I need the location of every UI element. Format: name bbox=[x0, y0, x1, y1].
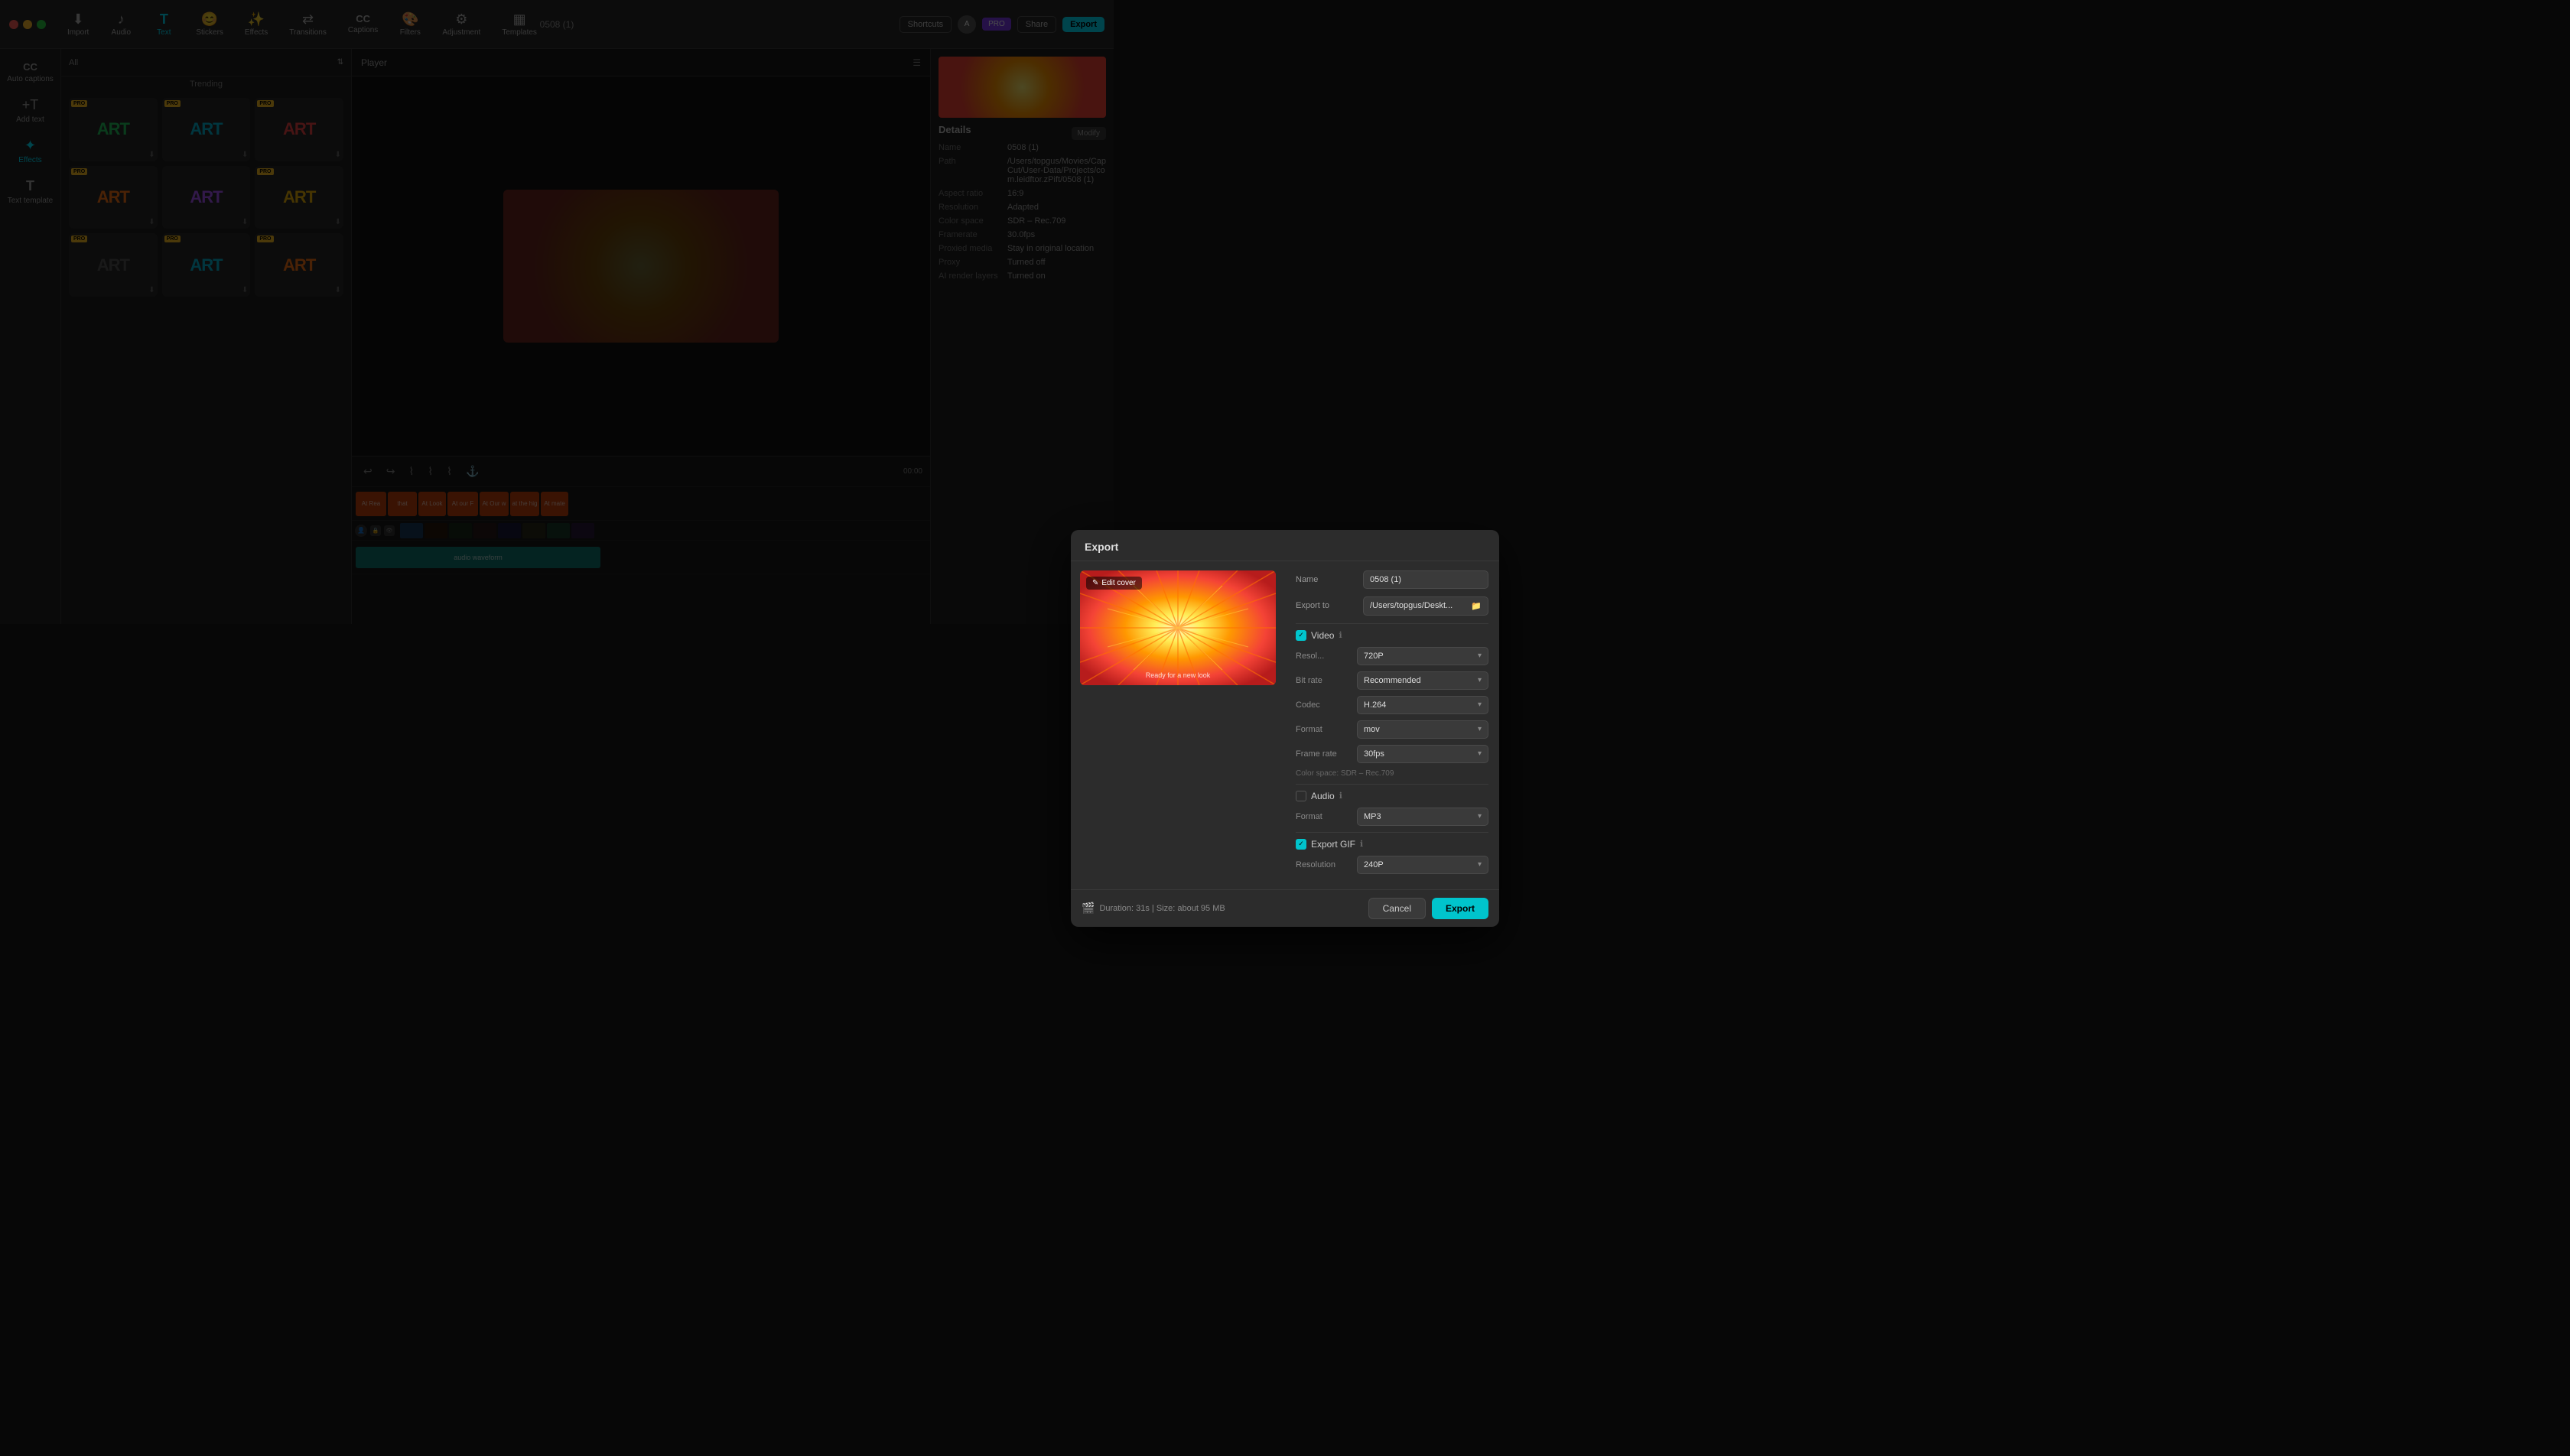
audio-checkbox[interactable] bbox=[1296, 791, 1306, 801]
gif-info-icon[interactable]: ℹ bbox=[1360, 839, 1363, 849]
export-to-label: Export to bbox=[1296, 601, 1357, 610]
gif-resolution-chevron: ▾ bbox=[1478, 860, 1482, 869]
cancel-button[interactable]: Cancel bbox=[1368, 898, 1426, 919]
dialog-body: ✎ Edit cover Ready for a new look Name bbox=[1071, 561, 1499, 889]
format-select[interactable]: mov ▾ bbox=[1357, 720, 1488, 739]
gif-resolution-select[interactable]: 240P ▾ bbox=[1357, 856, 1488, 874]
footer-duration: Duration: 31s | Size: about 95 MB bbox=[1099, 904, 1225, 913]
divider-1 bbox=[1296, 623, 1488, 624]
name-input[interactable] bbox=[1363, 570, 1488, 589]
codec-row: Codec H.264 ▾ bbox=[1296, 696, 1488, 714]
audio-format-row: Format MP3 ▾ bbox=[1296, 808, 1488, 826]
export-to-input[interactable]: /Users/topgus/Deskt... 📁 bbox=[1363, 596, 1488, 616]
folder-icon[interactable]: 📁 bbox=[1471, 601, 1482, 611]
gif-section-toggle: ✓ Export GIF ℹ bbox=[1296, 839, 1488, 850]
codec-select[interactable]: H.264 ▾ bbox=[1357, 696, 1488, 714]
format-row: Format mov ▾ bbox=[1296, 720, 1488, 739]
video-info-icon[interactable]: ℹ bbox=[1339, 630, 1342, 640]
video-section-toggle: ✓ Video ℹ bbox=[1296, 630, 1488, 641]
cover-ready-text: Ready for a new look bbox=[1146, 671, 1211, 679]
resolution-row: Resol... 720P ▾ bbox=[1296, 647, 1488, 665]
audio-format-chevron: ▾ bbox=[1478, 812, 1482, 821]
audio-format-select[interactable]: MP3 ▾ bbox=[1357, 808, 1488, 826]
edit-cover-button[interactable]: ✎ Edit cover bbox=[1086, 577, 1142, 590]
export-overlay: Export bbox=[0, 0, 2570, 1456]
footer-buttons: Cancel Export bbox=[1368, 898, 1488, 919]
name-text-input[interactable] bbox=[1370, 575, 1482, 584]
export-confirm-button[interactable]: Export bbox=[1432, 898, 1488, 919]
framerate-row: Frame rate 30fps ▾ bbox=[1296, 745, 1488, 763]
export-to-row: Export to /Users/topgus/Deskt... 📁 bbox=[1296, 596, 1488, 616]
gif-checkbox[interactable]: ✓ bbox=[1296, 839, 1306, 850]
dialog-footer: 🎬 Duration: 31s | Size: about 95 MB Canc… bbox=[1071, 889, 1499, 927]
name-label: Name bbox=[1296, 575, 1357, 584]
dialog-preview: ✎ Edit cover Ready for a new look bbox=[1071, 561, 1285, 889]
divider-3 bbox=[1296, 832, 1488, 833]
bitrate-chevron: ▾ bbox=[1478, 676, 1482, 684]
footer-info: 🎬 Duration: 31s | Size: about 95 MB bbox=[1082, 902, 1225, 915]
bitrate-select[interactable]: Recommended ▾ bbox=[1357, 671, 1488, 690]
divider-2 bbox=[1296, 784, 1488, 785]
color-space-note: Color space: SDR – Rec.709 bbox=[1296, 769, 1488, 778]
bitrate-row: Bit rate Recommended ▾ bbox=[1296, 671, 1488, 690]
dialog-fields: Name Export to /Users/topgus/Deskt... 📁 bbox=[1285, 561, 1499, 889]
video-section-label: Video bbox=[1311, 630, 1334, 641]
format-chevron: ▾ bbox=[1478, 725, 1482, 733]
gif-resolution-row: Resolution 240P ▾ bbox=[1296, 856, 1488, 874]
dialog-header: Export bbox=[1071, 530, 1499, 561]
cover-area[interactable]: ✎ Edit cover Ready for a new look bbox=[1080, 570, 1276, 685]
export-dialog: Export bbox=[1071, 530, 1499, 927]
resolution-chevron: ▾ bbox=[1478, 652, 1482, 660]
framerate-select[interactable]: 30fps ▾ bbox=[1357, 745, 1488, 763]
gif-section-label: Export GIF bbox=[1311, 839, 1355, 850]
audio-section-toggle: Audio ℹ bbox=[1296, 791, 1488, 801]
resolution-select[interactable]: 720P ▾ bbox=[1357, 647, 1488, 665]
edit-icon: ✎ bbox=[1092, 579, 1098, 587]
video-checkbox[interactable]: ✓ bbox=[1296, 630, 1306, 641]
framerate-chevron: ▾ bbox=[1478, 749, 1482, 758]
audio-section-label: Audio bbox=[1311, 791, 1335, 801]
name-field-row: Name bbox=[1296, 570, 1488, 589]
codec-chevron: ▾ bbox=[1478, 700, 1482, 709]
audio-info-icon[interactable]: ℹ bbox=[1339, 791, 1342, 801]
film-icon: 🎬 bbox=[1082, 902, 1095, 915]
